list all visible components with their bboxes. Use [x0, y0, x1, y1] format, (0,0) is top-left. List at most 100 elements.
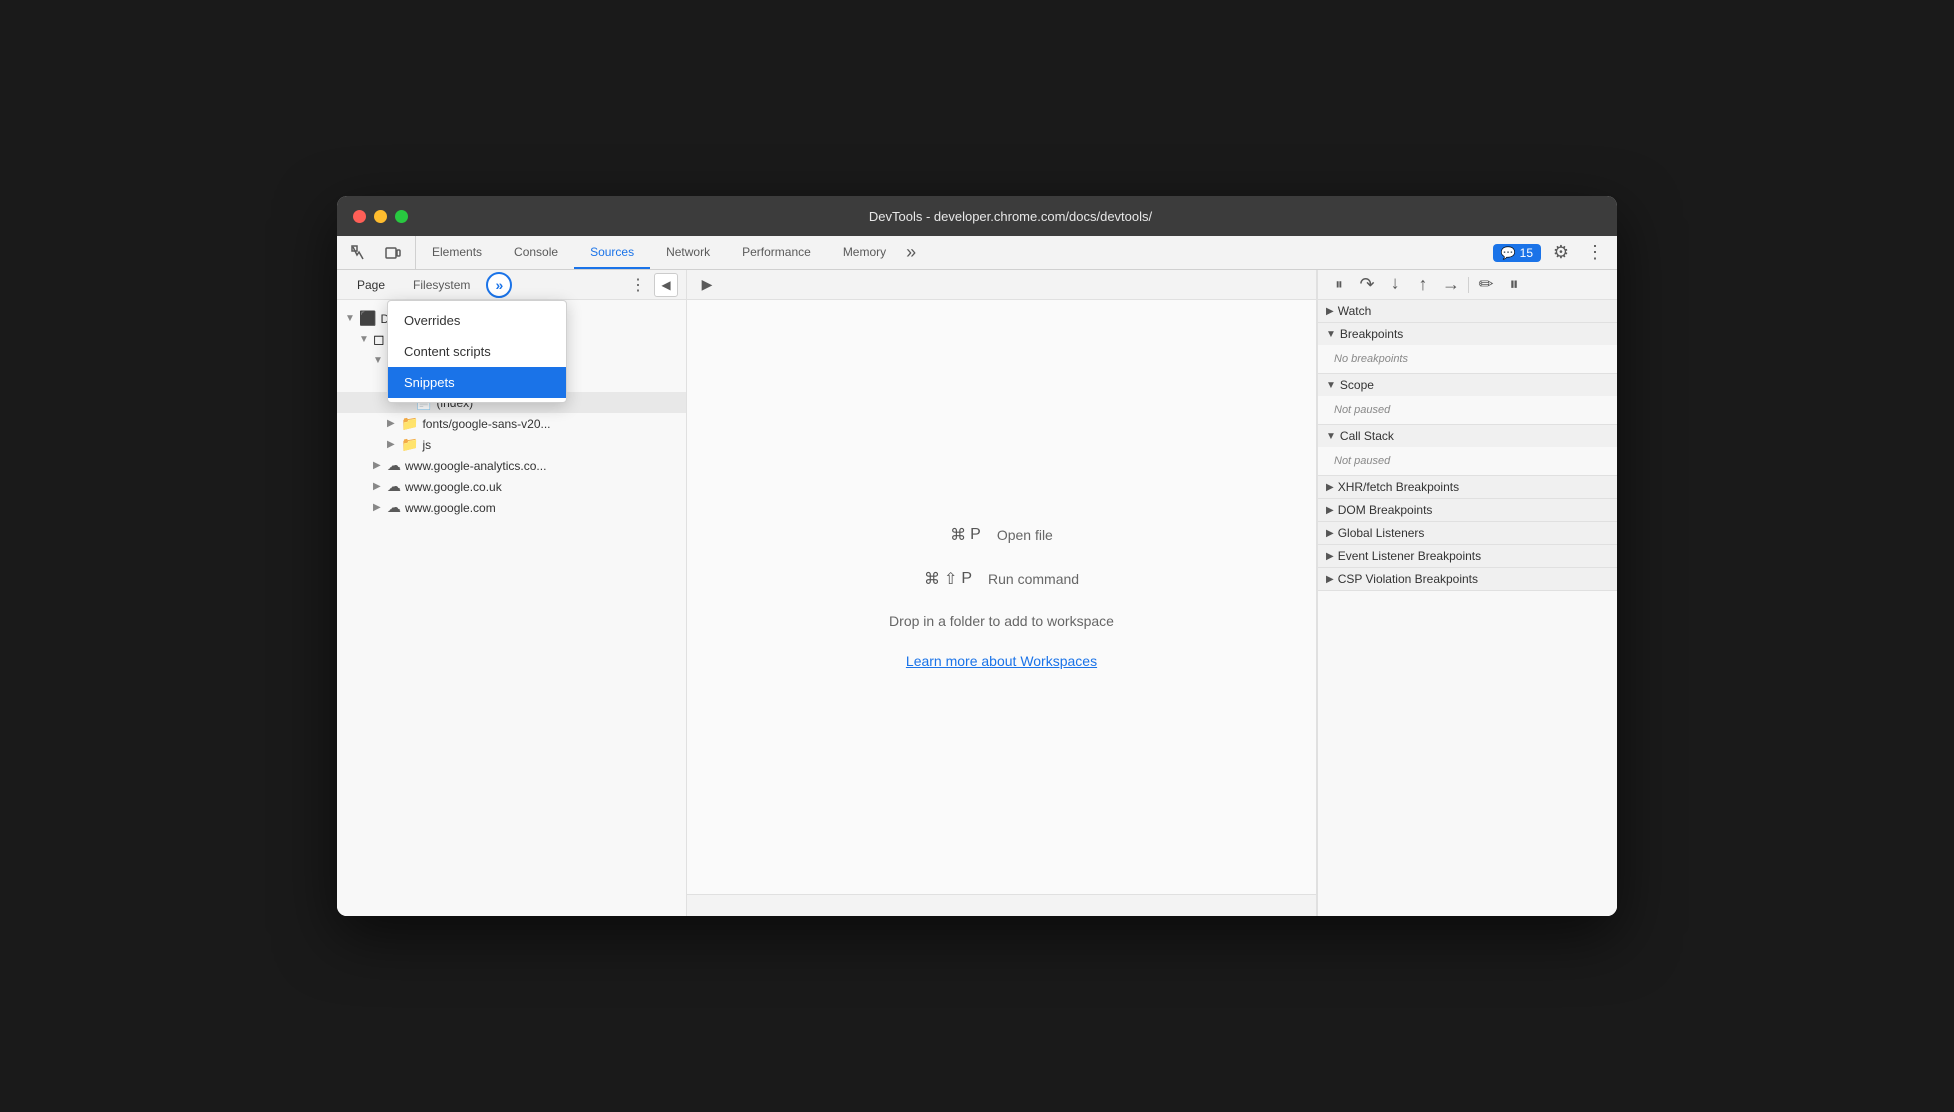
call-stack-content: Not paused: [1318, 447, 1617, 475]
debug-separator: [1468, 277, 1469, 293]
xhr-arrow: ▶: [1326, 482, 1334, 493]
folder-icon-js: 📁: [401, 436, 418, 453]
step-button[interactable]: →: [1438, 272, 1464, 298]
main-area: Page Filesystem » Overrides Cont: [337, 270, 1617, 916]
call-stack-label: Call Stack: [1340, 429, 1394, 443]
pause-on-exceptions-button[interactable]: ⏸: [1501, 272, 1527, 298]
deactivate-breakpoints-button[interactable]: ✏: [1473, 272, 1499, 298]
breakpoints-arrow: ▼: [1326, 329, 1336, 340]
console-badge-button[interactable]: 💬 15: [1493, 244, 1541, 262]
open-file-keys: ⌘ P: [950, 525, 981, 545]
event-arrow: ▶: [1326, 551, 1334, 562]
more-options-button[interactable]: ⋮: [1581, 239, 1609, 267]
scope-section: ▼ Scope Not paused: [1318, 374, 1617, 425]
close-button[interactable]: [353, 210, 366, 223]
tab-network[interactable]: Network: [650, 236, 726, 269]
cmd-symbol: ⌘: [950, 525, 966, 545]
window-title: DevTools - developer.chrome.com/docs/dev…: [420, 209, 1601, 224]
console-count: 15: [1520, 246, 1533, 260]
event-label: Event Listener Breakpoints: [1338, 549, 1481, 563]
top-toolbar: Elements Console Sources Network Perform…: [337, 236, 1617, 270]
devtools-window: DevTools - developer.chrome.com/docs/dev…: [337, 196, 1617, 916]
tab-sources[interactable]: Sources: [574, 236, 650, 269]
xhr-fetch-section: ▶ XHR/fetch Breakpoints: [1318, 476, 1617, 499]
run-command-keys: ⌘ ⇧ P: [924, 569, 972, 589]
dropdown-overrides[interactable]: Overrides: [388, 305, 566, 336]
tab-console[interactable]: Console: [498, 236, 574, 269]
dropdown-snippets[interactable]: Snippets: [388, 367, 566, 398]
step-over-button[interactable]: ↷: [1354, 272, 1380, 298]
sources-subtabs: Page Filesystem » Overrides Cont: [337, 270, 686, 300]
cube-icon: ⬛: [359, 310, 376, 327]
titlebar: DevTools - developer.chrome.com/docs/dev…: [337, 196, 1617, 236]
watch-section-header[interactable]: ▶ Watch: [1318, 300, 1617, 322]
tab-filesystem[interactable]: Filesystem: [401, 274, 482, 296]
step-out-button[interactable]: ↑: [1410, 272, 1436, 298]
tree-arrow-com: ▶: [373, 502, 387, 513]
workspace-content: ⌘ P Open file ⌘ ⇧ P Run command Dro: [687, 300, 1316, 894]
scope-arrow: ▼: [1326, 380, 1336, 391]
device-toggle-button[interactable]: [379, 239, 407, 267]
tree-item-fonts[interactable]: ▶ 📁 fonts/google-sans-v20...: [337, 413, 686, 434]
call-stack-section-header[interactable]: ▼ Call Stack: [1318, 425, 1617, 447]
collapse-panel-button[interactable]: ◀: [654, 273, 678, 297]
minimize-button[interactable]: [374, 210, 387, 223]
global-listeners-header[interactable]: ▶ Global Listeners: [1318, 522, 1617, 544]
csp-arrow: ▶: [1326, 574, 1334, 585]
tree-item-js[interactable]: ▶ 📁 js: [337, 434, 686, 455]
sources-dropdown-menu: Overrides Content scripts Snippets: [387, 300, 567, 403]
tree-arrow-js: ▶: [387, 439, 401, 450]
tab-performance[interactable]: Performance: [726, 236, 827, 269]
p-key-2: P: [961, 570, 972, 588]
dom-breakpoints-section: ▶ DOM Breakpoints: [1318, 499, 1617, 522]
cloud-icon-3: ☁: [387, 478, 401, 495]
tree-arrow-developer: ▼: [373, 355, 387, 366]
xhr-fetch-header[interactable]: ▶ XHR/fetch Breakpoints: [1318, 476, 1617, 498]
global-label: Global Listeners: [1338, 526, 1425, 540]
csp-violation-section: ▶ CSP Violation Breakpoints: [1318, 568, 1617, 591]
toolbar-right: 💬 15 ⚙ ⋮: [1485, 236, 1617, 269]
breakpoints-section: ▼ Breakpoints No breakpoints: [1318, 323, 1617, 374]
inspector-button[interactable]: [345, 239, 373, 267]
tab-memory[interactable]: Memory: [827, 236, 902, 269]
tree-item-google-com[interactable]: ▶ ☁ www.google.com: [337, 497, 686, 518]
dropdown-content-scripts[interactable]: Content scripts: [388, 336, 566, 367]
breakpoints-section-header[interactable]: ▼ Breakpoints: [1318, 323, 1617, 345]
cloud-icon-2: ☁: [387, 457, 401, 474]
tab-elements[interactable]: Elements: [416, 236, 498, 269]
tree-item-google-couk[interactable]: ▶ ☁ www.google.co.uk: [337, 476, 686, 497]
global-listeners-section: ▶ Global Listeners: [1318, 522, 1617, 545]
scope-section-header[interactable]: ▼ Scope: [1318, 374, 1617, 396]
call-stack-section: ▼ Call Stack Not paused: [1318, 425, 1617, 476]
dom-arrow: ▶: [1326, 505, 1334, 516]
breakpoints-content: No breakpoints: [1318, 345, 1617, 373]
cloud-icon-4: ☁: [387, 499, 401, 516]
pause-resume-button[interactable]: ⏸: [1326, 272, 1352, 298]
tree-arrow-deployed: ▼: [345, 313, 359, 324]
maximize-button[interactable]: [395, 210, 408, 223]
toolbar-left-icons: [337, 236, 416, 269]
dots-menu-button[interactable]: ⋮: [626, 273, 650, 297]
console-icon: 💬: [1501, 246, 1516, 260]
bottom-bar: [687, 894, 1316, 916]
settings-button[interactable]: ⚙: [1547, 239, 1575, 267]
tab-page[interactable]: Page: [345, 274, 397, 296]
tree-arrow-fonts: ▶: [387, 418, 401, 429]
tree-arrow-couk: ▶: [373, 481, 387, 492]
more-tabs-sources-button[interactable]: »: [486, 272, 512, 298]
event-listener-bp-header[interactable]: ▶ Event Listener Breakpoints: [1318, 545, 1617, 567]
dom-breakpoints-header[interactable]: ▶ DOM Breakpoints: [1318, 499, 1617, 521]
p-key: P: [970, 526, 981, 544]
run-command-shortcut: ⌘ ⇧ P Run command: [924, 569, 1079, 589]
scope-content: Not paused: [1318, 396, 1617, 424]
breakpoints-label: Breakpoints: [1340, 327, 1403, 341]
step-into-button[interactable]: ↑: [1382, 272, 1408, 298]
main-tabs: Elements Console Sources Network Perform…: [416, 236, 1485, 269]
learn-workspaces-link[interactable]: Learn more about Workspaces: [906, 653, 1097, 669]
csp-violation-header[interactable]: ▶ CSP Violation Breakpoints: [1318, 568, 1617, 590]
tree-arrow-analytics: ▶: [373, 460, 387, 471]
tree-item-google-analytics[interactable]: ▶ ☁ www.google-analytics.co...: [337, 455, 686, 476]
run-button[interactable]: ▶: [695, 273, 719, 297]
more-tabs-button[interactable]: »: [902, 236, 920, 269]
open-file-text: Open file: [997, 527, 1053, 543]
